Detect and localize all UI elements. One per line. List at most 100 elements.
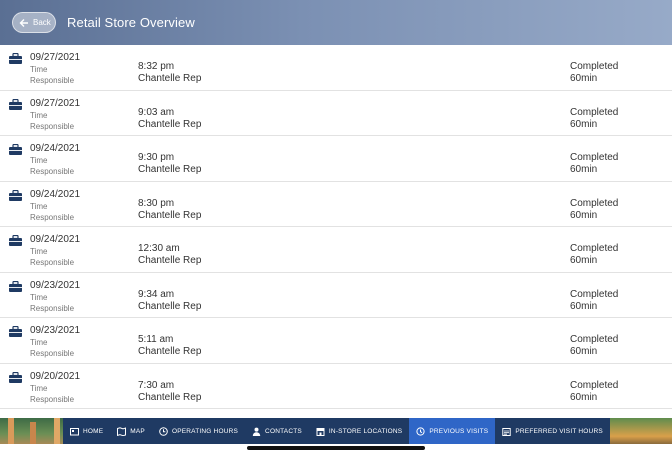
visit-date: 09/20/2021 xyxy=(30,370,81,382)
person-icon xyxy=(252,427,261,436)
tab-preferred-visit-hours[interactable]: PREFERRED VISIT HOURS xyxy=(495,418,610,444)
visit-row[interactable]: 09/23/2021 Time Responsible 9:34 am Chan… xyxy=(0,273,672,318)
bottom-tab-bar: HOME MAP OPERATING HOURS CONTACTS IN-STO… xyxy=(0,418,672,444)
clock-icon xyxy=(159,426,168,436)
visit-date: 09/24/2021 xyxy=(30,234,81,245)
time-label: Time xyxy=(30,156,48,165)
briefcase-icon xyxy=(9,98,22,110)
visit-rep: Chantelle Rep xyxy=(138,73,202,84)
responsible-label: Responsible xyxy=(30,303,75,313)
visit-time: 9:03 am xyxy=(138,106,175,118)
time-label: Time xyxy=(30,110,48,120)
visit-date: 09/23/2021 xyxy=(30,279,81,291)
briefcase-icon xyxy=(9,144,22,155)
tab-operating-hours[interactable]: OPERATING HOURS xyxy=(152,418,245,444)
visit-rep: Chantelle Rep xyxy=(138,300,202,312)
visit-rep: Chantelle Rep xyxy=(138,209,202,221)
page-title: Retail Store Overview xyxy=(67,15,195,30)
visit-rep: Chantelle Rep xyxy=(138,164,202,175)
home-indicator[interactable] xyxy=(247,446,425,450)
visit-date: 09/24/2021 xyxy=(30,188,81,200)
briefcase-icon xyxy=(9,189,22,201)
history-icon xyxy=(416,426,425,436)
time-label: Time xyxy=(30,383,48,393)
visit-time: 7:30 am xyxy=(138,379,175,391)
briefcase-icon xyxy=(9,53,22,64)
responsible-label: Responsible xyxy=(30,258,75,267)
responsible-label: Responsible xyxy=(30,212,75,222)
visit-duration: 60min xyxy=(570,346,598,357)
visit-date: 09/27/2021 xyxy=(30,52,81,63)
visit-status: Completed xyxy=(570,243,619,254)
visit-row[interactable]: 09/24/2021 Time Responsible 9:30 pm Chan… xyxy=(0,136,672,182)
responsible-label: Responsible xyxy=(30,394,75,404)
tab-label: MAP xyxy=(130,427,145,435)
visit-status: Completed xyxy=(570,288,619,300)
visit-row[interactable]: 09/24/2021 Time Responsible 12:30 am Cha… xyxy=(0,227,672,273)
briefcase-icon xyxy=(9,280,22,292)
time-label: Time xyxy=(30,338,48,347)
tab-map[interactable]: MAP xyxy=(110,418,152,444)
visit-rep: Chantelle Rep xyxy=(138,391,202,403)
visit-status: Completed xyxy=(570,197,619,209)
visit-duration: 60min xyxy=(570,164,598,175)
visit-time: 9:30 pm xyxy=(138,152,175,163)
visit-status: Completed xyxy=(570,61,619,72)
tab-previous-visits[interactable]: PREVIOUS VISITS xyxy=(409,418,496,444)
visit-row[interactable]: 09/27/2021 Time Responsible 8:32 pm Chan… xyxy=(0,45,672,91)
visit-rep: Chantelle Rep xyxy=(138,118,202,130)
store-icon xyxy=(316,427,325,436)
tab-label: CONTACTS xyxy=(265,427,302,435)
visit-row[interactable]: 09/23/2021 Time Responsible 5:11 am Chan… xyxy=(0,318,672,364)
arrow-left-icon xyxy=(19,18,28,27)
forest-illustration xyxy=(0,418,63,444)
visit-status: Completed xyxy=(570,379,619,391)
app-header: Back Retail Store Overview xyxy=(0,0,672,45)
tab-label: PREFERRED VISIT HOURS xyxy=(515,427,603,435)
time-label: Time xyxy=(30,65,48,74)
time-label: Time xyxy=(30,247,48,256)
briefcase-icon xyxy=(9,235,22,246)
visit-date: 09/24/2021 xyxy=(30,143,81,154)
visit-rep: Chantelle Rep xyxy=(138,346,202,357)
visit-time: 5:11 am xyxy=(138,334,174,345)
visit-duration: 60min xyxy=(570,118,598,130)
visit-date: 09/23/2021 xyxy=(30,325,81,336)
map-icon xyxy=(117,426,127,436)
tab-label: PREVIOUS VISITS xyxy=(429,427,489,435)
responsible-label: Responsible xyxy=(30,167,75,176)
responsible-label: Responsible xyxy=(30,76,75,85)
back-label: Back xyxy=(33,18,51,27)
time-label: Time xyxy=(30,201,48,211)
time-label: Time xyxy=(30,292,48,302)
visit-time: 8:30 pm xyxy=(138,197,175,209)
visit-duration: 60min xyxy=(570,209,598,221)
landscape-illustration xyxy=(609,418,672,444)
visit-status: Completed xyxy=(570,152,619,163)
tab-label: IN-STORE LOCATIONS xyxy=(328,427,403,435)
visit-date: 09/27/2021 xyxy=(30,97,81,109)
responsible-label: Responsible xyxy=(30,349,75,358)
visit-status: Completed xyxy=(570,106,619,118)
visit-duration: 60min xyxy=(570,255,598,266)
tab-in-store-locations[interactable]: IN-STORE LOCATIONS xyxy=(309,418,409,444)
visit-row[interactable]: 09/27/2021 Time Responsible 9:03 am Chan… xyxy=(0,91,672,136)
visit-time: 12:30 am xyxy=(138,243,180,254)
visit-time: 8:32 pm xyxy=(138,61,175,72)
visit-duration: 60min xyxy=(570,73,598,84)
visit-row[interactable]: 09/20/2021 Time Responsible 7:30 am Chan… xyxy=(0,364,672,409)
visit-rep: Chantelle Rep xyxy=(138,255,202,266)
back-button[interactable]: Back xyxy=(12,12,56,33)
visits-list: 09/27/2021 Time Responsible 8:32 pm Chan… xyxy=(0,45,672,418)
home-icon xyxy=(69,427,79,435)
visit-duration: 60min xyxy=(570,391,598,403)
visit-time: 9:34 am xyxy=(138,288,175,300)
visit-row[interactable]: 09/24/2021 Time Responsible 8:30 pm Chan… xyxy=(0,182,672,227)
tab-label: OPERATING HOURS xyxy=(171,427,239,435)
visit-status: Completed xyxy=(570,334,619,345)
tab-home[interactable]: HOME xyxy=(63,418,110,444)
tab-label: HOME xyxy=(82,427,104,435)
briefcase-icon xyxy=(9,371,22,383)
tab-contacts[interactable]: CONTACTS xyxy=(245,418,309,444)
calendar-icon xyxy=(502,427,512,436)
